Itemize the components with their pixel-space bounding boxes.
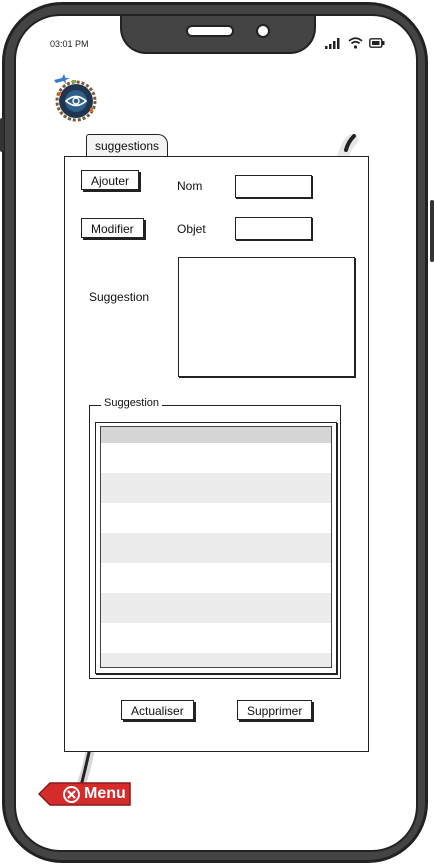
table-row[interactable]	[101, 653, 331, 667]
table-row[interactable]	[101, 458, 331, 473]
status-time: 03:01 PM	[50, 39, 89, 49]
object-input[interactable]	[235, 217, 312, 240]
table-row[interactable]	[101, 548, 331, 563]
table-header	[101, 427, 331, 443]
camera	[256, 24, 270, 38]
suggestion-table[interactable]	[95, 422, 337, 674]
table-row[interactable]	[101, 593, 331, 608]
add-button[interactable]: Ajouter	[81, 170, 140, 190]
delete-button[interactable]: Supprimer	[237, 700, 313, 720]
table-row[interactable]	[101, 488, 331, 503]
edit-button[interactable]: Modifier	[81, 218, 144, 238]
table-row[interactable]	[101, 533, 331, 548]
side-button-left	[0, 118, 4, 152]
table-row[interactable]	[101, 563, 331, 578]
suggestion-list-title: Suggestion	[101, 397, 163, 409]
suggestion-table-inner	[100, 426, 332, 668]
wifi-icon	[348, 37, 363, 49]
tab-suggestions[interactable]: suggestions	[86, 134, 169, 156]
plane-globe-logo	[54, 74, 97, 122]
status-icons	[325, 37, 385, 49]
table-row[interactable]	[101, 608, 331, 623]
table-row[interactable]	[101, 518, 331, 533]
table-row[interactable]	[101, 578, 331, 593]
name-input[interactable]	[235, 175, 312, 198]
table-row[interactable]	[101, 623, 331, 638]
object-label: Objet	[177, 222, 206, 236]
name-label: Nom	[177, 179, 203, 193]
close-circle-icon	[63, 786, 80, 803]
signal-icon	[325, 38, 340, 49]
menu-label: Menu	[84, 785, 126, 802]
table-row[interactable]	[101, 443, 331, 458]
battery-icon	[369, 38, 385, 48]
table-row[interactable]	[101, 638, 331, 653]
side-button-right	[430, 200, 434, 262]
suggestion-label: Suggestion	[89, 290, 150, 304]
table-row[interactable]	[101, 473, 331, 488]
speaker	[186, 25, 234, 37]
table-row[interactable]	[101, 503, 331, 518]
suggestion-textarea[interactable]	[178, 257, 355, 377]
refresh-button[interactable]: Actualiser	[121, 700, 194, 720]
